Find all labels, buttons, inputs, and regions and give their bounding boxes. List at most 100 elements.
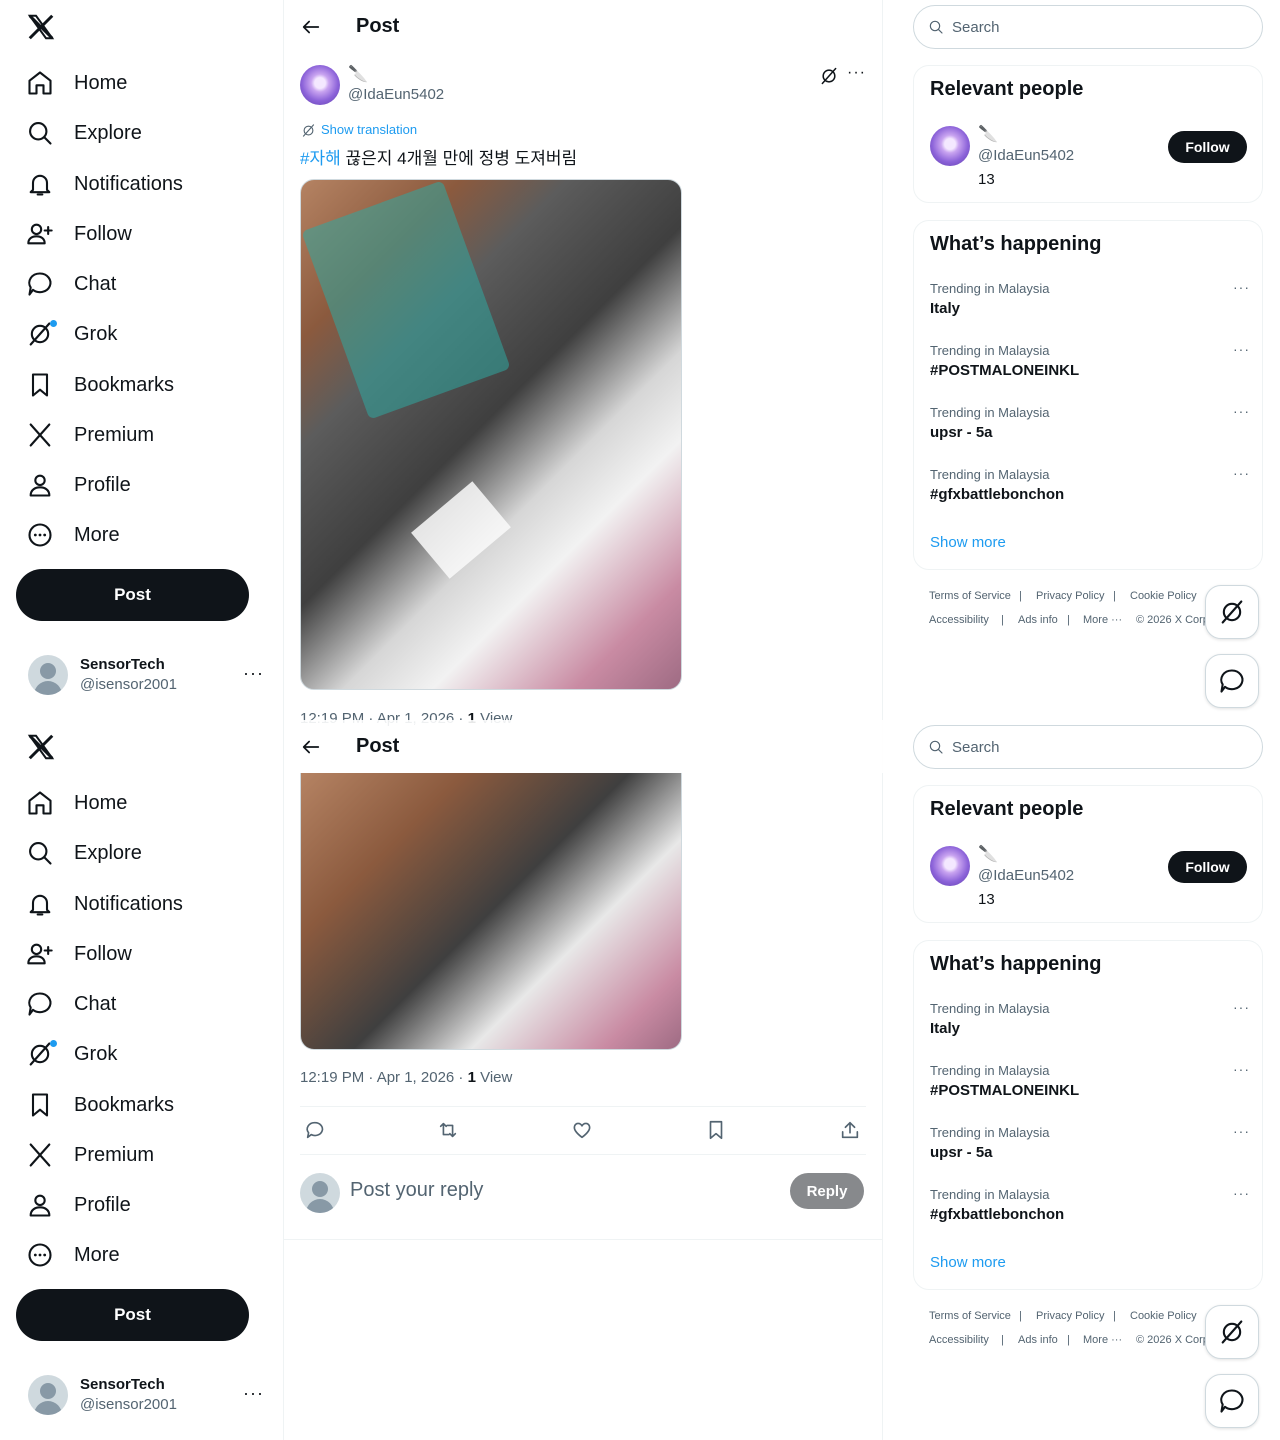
footer-privacy[interactable]: Privacy Policy — [1036, 590, 1104, 602]
nav-grok[interactable]: Grok — [26, 314, 117, 354]
more-icon[interactable]: ··· — [1233, 279, 1250, 295]
follow-button[interactable]: Follow — [1168, 851, 1247, 883]
more-icon[interactable]: ··· — [1233, 1061, 1250, 1077]
search-input[interactable]: Search — [913, 725, 1263, 769]
nav-profile[interactable]: Profile — [26, 465, 131, 505]
nav-notifications[interactable]: Notifications — [26, 164, 183, 204]
nav-more[interactable]: More — [26, 515, 120, 555]
footer-terms[interactable]: Terms of Service — [929, 590, 1011, 602]
person-bio: 13 — [978, 171, 995, 188]
nav-notifications[interactable]: Notifications — [26, 884, 183, 924]
footer-more[interactable]: More ··· — [1083, 1334, 1122, 1346]
person-name[interactable]: 🔪 — [978, 844, 998, 864]
nav-chat[interactable]: Chat — [26, 984, 116, 1024]
footer-separator: | — [1113, 590, 1116, 602]
repost-icon[interactable] — [437, 1119, 459, 1141]
author-name[interactable]: 🔪 — [348, 64, 368, 84]
footer-cookie[interactable]: Cookie Policy — [1130, 1310, 1197, 1322]
person-avatar[interactable] — [930, 846, 970, 886]
trend-item[interactable]: Trending in Malaysia Italy ··· — [930, 279, 1250, 329]
footer-ads-info[interactable]: Ads info — [1018, 614, 1058, 626]
back-arrow-icon[interactable] — [300, 736, 322, 758]
person-handle[interactable]: @IdaEun5402 — [978, 147, 1074, 164]
nav-label: More — [74, 1243, 120, 1266]
nav-home[interactable]: Home — [26, 63, 127, 103]
show-more-link[interactable]: Show more — [930, 534, 1006, 551]
trend-item[interactable]: Trending in Malaysia upsr - 5a ··· — [930, 403, 1250, 453]
footer-accessibility[interactable]: Accessibility — [929, 614, 989, 626]
person-avatar[interactable] — [930, 126, 970, 166]
reply-button[interactable]: Reply — [790, 1173, 864, 1209]
nav-bookmarks[interactable]: Bookmarks — [26, 365, 174, 405]
footer-accessibility[interactable]: Accessibility — [929, 1334, 989, 1346]
footer-separator: | — [1019, 1310, 1022, 1322]
bookmark-icon[interactable] — [705, 1119, 727, 1141]
x-logo-icon[interactable] — [26, 12, 58, 44]
trend-item[interactable]: Trending in Malaysia #gfxbattlebonchon ··· — [930, 465, 1250, 515]
post-button[interactable]: Post — [16, 1289, 249, 1341]
trend-item[interactable]: Trending in Malaysia #gfxbattlebonchon ··· — [930, 1185, 1250, 1235]
card-title: Relevant people — [930, 798, 1084, 820]
account-switcher[interactable]: SensorTech @isensor2001 ··· — [28, 1373, 268, 1417]
more-icon[interactable]: ··· — [1233, 465, 1250, 481]
grok-fab[interactable] — [1205, 585, 1259, 639]
trend-item[interactable]: Trending in Malaysia upsr - 5a ··· — [930, 1123, 1250, 1173]
more-icon[interactable]: ··· — [1233, 341, 1250, 357]
post-image[interactable] — [300, 179, 682, 690]
trend-item[interactable]: Trending in Malaysia Italy ··· — [930, 999, 1250, 1049]
share-icon[interactable] — [839, 1119, 861, 1141]
nav-profile[interactable]: Profile — [26, 1185, 131, 1225]
nav-more[interactable]: More — [26, 1235, 120, 1275]
chat-fab[interactable] — [1205, 1374, 1259, 1428]
person-handle[interactable]: @IdaEun5402 — [978, 867, 1074, 884]
chat-fab[interactable] — [1205, 654, 1259, 708]
search-input[interactable]: Search — [913, 5, 1263, 49]
hashtag-link[interactable]: #자해 — [300, 149, 341, 168]
show-translation-link[interactable]: Show translation — [321, 122, 417, 137]
nav-premium[interactable]: Premium — [26, 415, 154, 455]
nav-label: Premium — [74, 1143, 155, 1166]
like-icon[interactable] — [571, 1119, 593, 1141]
author-handle[interactable]: @IdaEun5402 — [348, 86, 444, 103]
more-icon[interactable]: ··· — [1233, 999, 1250, 1015]
footer-terms[interactable]: Terms of Service — [929, 1310, 1011, 1322]
follow-button[interactable]: Follow — [1168, 131, 1247, 163]
footer-privacy[interactable]: Privacy Policy — [1036, 1310, 1104, 1322]
nav-grok[interactable]: Grok — [26, 1034, 117, 1074]
nav-follow[interactable]: Follow — [26, 934, 132, 974]
nav-premium[interactable]: Premium — [26, 1135, 154, 1175]
footer-more[interactable]: More ··· — [1083, 614, 1122, 626]
x-logo-icon[interactable] — [26, 732, 58, 764]
post-image-continued[interactable] — [300, 773, 682, 1050]
nav-chat[interactable]: Chat — [26, 264, 116, 304]
more-icon[interactable]: ··· — [243, 1383, 264, 1404]
nav-label: Bookmarks — [74, 373, 175, 396]
nav-explore[interactable]: Explore — [26, 833, 142, 873]
main-column: Post 🔪 @IdaEun5402 ··· Show translation … — [284, 0, 883, 1440]
footer-ads-info[interactable]: Ads info — [1018, 1334, 1058, 1346]
nav-label: Explore — [74, 121, 142, 144]
reply-icon[interactable] — [304, 1119, 326, 1141]
back-arrow-icon[interactable] — [300, 16, 322, 38]
more-icon[interactable]: ··· — [1233, 1123, 1250, 1139]
grok-icon[interactable] — [819, 66, 839, 86]
more-icon[interactable]: ··· — [1233, 403, 1250, 419]
footer-cookie[interactable]: Cookie Policy — [1130, 590, 1197, 602]
author-avatar[interactable] — [300, 65, 340, 105]
trend-item[interactable]: Trending in Malaysia #POSTMALONEINKL ··· — [930, 1061, 1250, 1111]
grok-fab[interactable] — [1205, 1305, 1259, 1359]
nav-bookmarks[interactable]: Bookmarks — [26, 1085, 174, 1125]
trend-item[interactable]: Trending in Malaysia #POSTMALONEINKL ··· — [930, 341, 1250, 391]
show-more-link[interactable]: Show more — [930, 1254, 1006, 1271]
more-icon[interactable]: ··· — [847, 64, 866, 82]
grok-icon — [1221, 1320, 1243, 1344]
person-name[interactable]: 🔪 — [978, 124, 998, 144]
nav-home[interactable]: Home — [26, 783, 127, 823]
nav-follow[interactable]: Follow — [26, 214, 132, 254]
nav-explore[interactable]: Explore — [26, 113, 142, 153]
reply-input[interactable]: Post your reply — [350, 1179, 483, 1202]
more-icon[interactable]: ··· — [1233, 1185, 1250, 1201]
account-switcher[interactable]: SensorTech @isensor2001 ··· — [28, 653, 268, 697]
more-icon[interactable]: ··· — [243, 663, 264, 684]
post-button[interactable]: Post — [16, 569, 249, 621]
